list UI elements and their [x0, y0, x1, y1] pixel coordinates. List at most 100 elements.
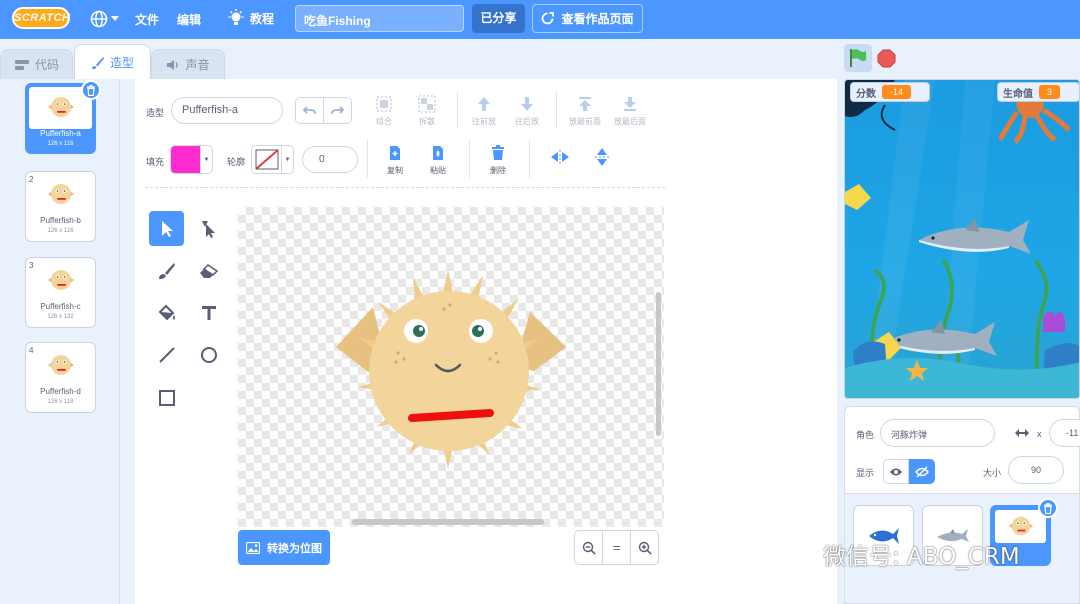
ungroup-label: 拆散	[419, 117, 435, 126]
text-icon	[201, 305, 216, 320]
language-menu[interactable]	[90, 8, 120, 30]
canvas-vertical-scrollbar[interactable]	[656, 292, 661, 436]
zoom-out-button[interactable]	[574, 530, 603, 565]
redo-button[interactable]	[323, 98, 351, 123]
group-button[interactable]: 组合	[364, 95, 404, 127]
edit-menu[interactable]: 编辑	[177, 11, 201, 28]
back-button[interactable]: 放最后面	[610, 95, 650, 127]
arrow-down-icon	[521, 97, 533, 111]
undo-button[interactable]	[296, 98, 323, 123]
pufferfish-thumbnail	[1008, 516, 1034, 536]
costume-size: 126 x 118	[47, 399, 74, 405]
costume-number: 2	[29, 175, 34, 184]
outline-color-picker[interactable]: ▼	[251, 145, 294, 174]
circle-icon	[200, 346, 217, 363]
x-position-input[interactable]: -11	[1049, 419, 1080, 447]
outline-label: 轮廓	[227, 157, 246, 167]
delete-sprite-button[interactable]	[1038, 498, 1058, 518]
ungroup-button[interactable]: 拆散	[407, 95, 447, 127]
tutorials-button[interactable]: 教程	[228, 9, 274, 27]
circle-tool[interactable]	[191, 337, 226, 372]
fill-swatch	[171, 146, 201, 173]
tab-costumes[interactable]: 造型	[74, 44, 151, 80]
toolbar-separator	[145, 187, 665, 188]
rectangle-icon	[158, 389, 175, 406]
text-tool[interactable]	[191, 295, 226, 330]
pufferfish-costume	[336, 269, 566, 469]
file-menu[interactable]: 文件	[135, 11, 159, 28]
costume-size: 126 x 122	[47, 314, 74, 320]
underwater-scene	[845, 80, 1079, 398]
pufferfish-thumbnail	[47, 184, 74, 204]
flip-vertical-icon	[595, 148, 609, 166]
outline-width-input[interactable]: 0	[302, 146, 358, 173]
costume-name-input[interactable]: Pufferfish-a	[171, 97, 283, 124]
toolbar-divider	[367, 140, 368, 178]
tab-costumes-label: 造型	[109, 56, 134, 70]
size-input[interactable]: 90	[1008, 456, 1064, 484]
delete-button[interactable]: 删除	[478, 144, 518, 176]
costume-item[interactable]: 3 Pufferfish-c 126 x 122	[25, 257, 96, 328]
eye-off-icon	[915, 466, 929, 477]
costume-name: Pufferfish-c	[40, 302, 81, 311]
forward-button[interactable]: 往前放	[464, 95, 504, 127]
backward-label: 往后放	[515, 117, 539, 126]
copy-button[interactable]: 复制	[375, 144, 415, 176]
front-label: 放最前面	[569, 117, 601, 126]
copy-label: 复制	[387, 166, 403, 175]
costume-item[interactable]: 4 Pufferfish-d 126 x 118	[25, 342, 96, 413]
menu-bar: SCRATCH 文件 编辑 教程 吃鱼Fishing 已分享 查看作品页面	[0, 0, 1080, 39]
sprite-name-input[interactable]: 河豚炸弹	[880, 419, 995, 447]
copy-icon	[390, 146, 400, 160]
convert-to-bitmap-button[interactable]: 转换为位图	[238, 530, 330, 565]
share-button[interactable]: 已分享	[472, 4, 525, 33]
tab-sounds[interactable]: 声音	[151, 49, 225, 79]
project-title-input[interactable]: 吃鱼Fishing	[295, 5, 464, 32]
costume-size: 126 x 116	[47, 141, 74, 147]
wechat-watermark: 微信号: ABO_CRM	[777, 537, 1020, 571]
costume-number: 4	[29, 346, 34, 355]
size-label: 大小	[983, 468, 1002, 478]
rectangle-tool[interactable]	[149, 380, 184, 415]
brush-tool[interactable]	[149, 253, 184, 288]
scratch-logo[interactable]: SCRATCH	[12, 7, 70, 29]
undo-icon	[303, 105, 316, 114]
backward-button[interactable]: 往后放	[507, 95, 547, 127]
select-tool[interactable]	[149, 211, 184, 246]
paste-button[interactable]: 粘贴	[418, 144, 458, 176]
toolbar-divider	[457, 92, 458, 128]
costume-list: 1 Pufferfish-a 126 x 116 2 Pufferfish-b …	[0, 79, 120, 604]
editor-gutter	[121, 79, 135, 604]
toolbar-divider	[556, 92, 557, 128]
watermark-text: 微信号: ABO_CRM	[823, 544, 1020, 570]
group-icon	[376, 96, 392, 112]
reshape-tool[interactable]	[191, 211, 226, 246]
zoom-in-button[interactable]	[630, 530, 659, 565]
canvas-horizontal-scrollbar[interactable]	[352, 519, 544, 525]
see-project-page-button[interactable]: 查看作品页面	[532, 4, 643, 33]
delete-costume-button[interactable]	[81, 80, 101, 100]
eraser-tool[interactable]	[191, 253, 226, 288]
zoom-reset-button[interactable]: =	[602, 530, 631, 565]
costume-item[interactable]: 2 Pufferfish-b 126 x 116	[25, 171, 96, 242]
score-monitor-value: -14	[882, 85, 912, 99]
costume-name: Pufferfish-b	[40, 216, 81, 225]
line-tool[interactable]	[149, 337, 184, 372]
fill-color-picker[interactable]: ▼	[170, 145, 213, 174]
green-flag-button[interactable]	[844, 44, 872, 72]
front-button[interactable]: 放最前面	[565, 95, 605, 127]
caret-down-icon	[111, 16, 119, 21]
tab-code-label: 代码	[34, 58, 59, 72]
caret-down-icon: ▼	[203, 156, 210, 163]
stage-canvas[interactable]	[844, 79, 1080, 399]
costume-item[interactable]: 1 Pufferfish-a 126 x 116	[25, 80, 101, 154]
stop-button[interactable]	[877, 49, 896, 68]
tab-code[interactable]: 代码	[0, 49, 73, 79]
paint-canvas[interactable]	[238, 207, 664, 527]
fill-tool[interactable]	[149, 295, 184, 330]
arrow-up-icon	[478, 97, 490, 111]
hide-sprite-button[interactable]	[909, 459, 935, 484]
flip-vertical-button[interactable]	[582, 148, 622, 169]
flip-horizontal-button[interactable]	[540, 148, 580, 169]
show-sprite-button[interactable]	[883, 459, 909, 484]
